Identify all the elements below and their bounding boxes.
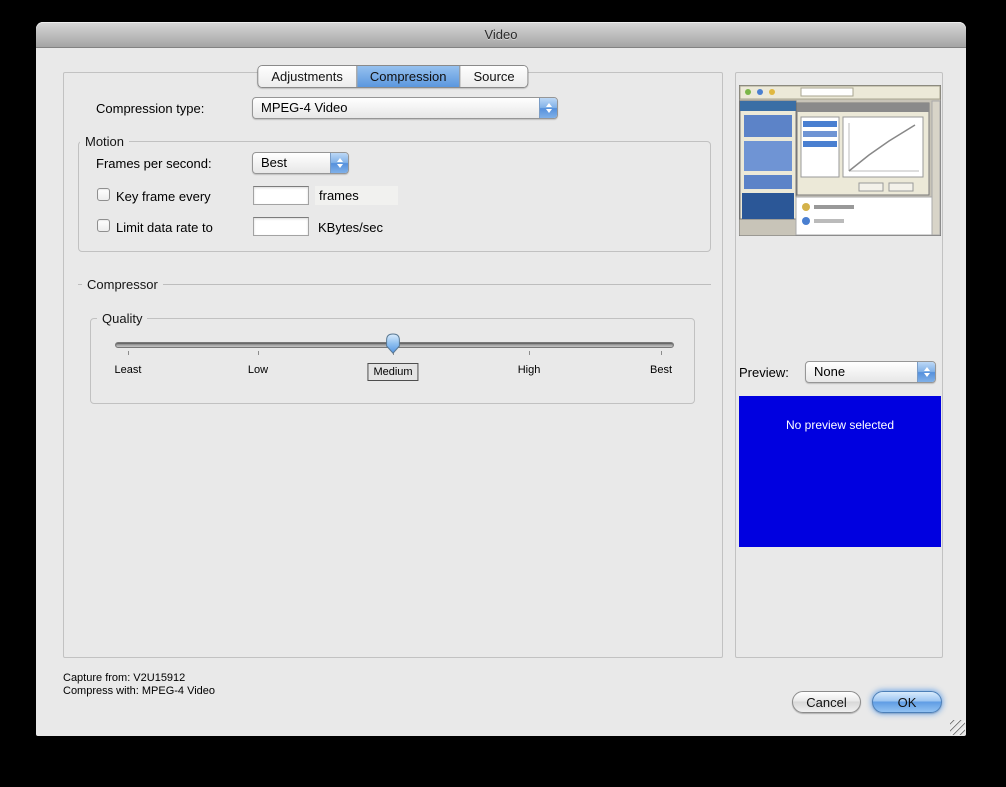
resize-grip[interactable]	[950, 720, 965, 735]
screen-background: { "window": { "title": "Video" }, "tabs"…	[0, 0, 1006, 787]
keyframe-label: Key frame every	[116, 189, 211, 204]
slider-tick	[128, 351, 129, 355]
titlebar[interactable]: Video	[36, 22, 966, 48]
cancel-button-label: Cancel	[806, 695, 846, 710]
quality-label-medium[interactable]: Medium	[367, 363, 418, 381]
preview-label: Preview:	[739, 365, 789, 380]
quality-slider-thumb[interactable]	[385, 333, 401, 354]
tab-adjustments-label: Adjustments	[271, 69, 343, 84]
compression-type-label: Compression type:	[96, 101, 204, 116]
compress-with-text: Compress with: MPEG-4 Video	[63, 685, 215, 697]
fps-label: Frames per second:	[96, 156, 212, 171]
quality-label-low[interactable]: Low	[248, 363, 268, 377]
quality-label-best[interactable]: Best	[650, 363, 672, 377]
keyframe-input[interactable]	[253, 186, 309, 205]
capture-from-text: Capture from: V2U15912	[63, 672, 185, 684]
quality-label-least[interactable]: Least	[115, 363, 142, 377]
preview-box: No preview selected	[739, 396, 941, 547]
window-title: Video	[484, 27, 517, 42]
fps-select[interactable]: Best	[252, 152, 349, 174]
popup-stepper-icon	[539, 98, 557, 118]
datarate-unit-label: KBytes/sec	[318, 220, 383, 235]
preview-value: None	[806, 362, 917, 382]
keyframe-unit-bg: frames	[315, 186, 398, 205]
tab-compression[interactable]: Compression	[356, 66, 460, 87]
popup-stepper-icon	[330, 153, 348, 173]
datarate-input[interactable]	[253, 217, 309, 236]
tab-bar: Adjustments Compression Source	[257, 65, 528, 88]
cancel-button[interactable]: Cancel	[792, 691, 861, 713]
tab-source[interactable]: Source	[459, 66, 527, 87]
ok-button-label: OK	[898, 695, 917, 710]
slider-tick	[529, 351, 530, 355]
compression-type-select[interactable]: MPEG-4 Video	[252, 97, 558, 119]
keyframe-checkbox[interactable]	[97, 188, 110, 201]
motion-legend: Motion	[80, 133, 129, 150]
keyframe-unit-label: frames	[319, 188, 359, 203]
slider-tick	[258, 351, 259, 355]
tab-source-label: Source	[473, 69, 514, 84]
fps-value: Best	[253, 153, 330, 173]
preview-message: No preview selected	[739, 396, 941, 432]
preview-select[interactable]: None	[805, 361, 936, 383]
popup-stepper-icon	[917, 362, 935, 382]
tab-compression-label: Compression	[370, 69, 447, 84]
quality-groupbox: Quality	[90, 318, 695, 404]
compression-type-value: MPEG-4 Video	[253, 98, 539, 118]
ok-button[interactable]: OK	[872, 691, 942, 713]
video-dialog: Video Adjustments Compression Source Com…	[36, 22, 966, 736]
screen-capture-image	[739, 85, 941, 236]
quality-label-high[interactable]: High	[518, 363, 541, 377]
datarate-checkbox[interactable]	[97, 219, 110, 232]
slider-tick	[661, 351, 662, 355]
aqua-thumb-icon	[385, 333, 401, 354]
compressor-divider: Compressor	[78, 284, 711, 285]
compressor-legend: Compressor	[82, 276, 163, 293]
tab-adjustments[interactable]: Adjustments	[258, 66, 356, 87]
quality-legend: Quality	[97, 310, 147, 327]
datarate-label: Limit data rate to	[116, 220, 213, 235]
capture-thumbnail	[739, 85, 941, 236]
